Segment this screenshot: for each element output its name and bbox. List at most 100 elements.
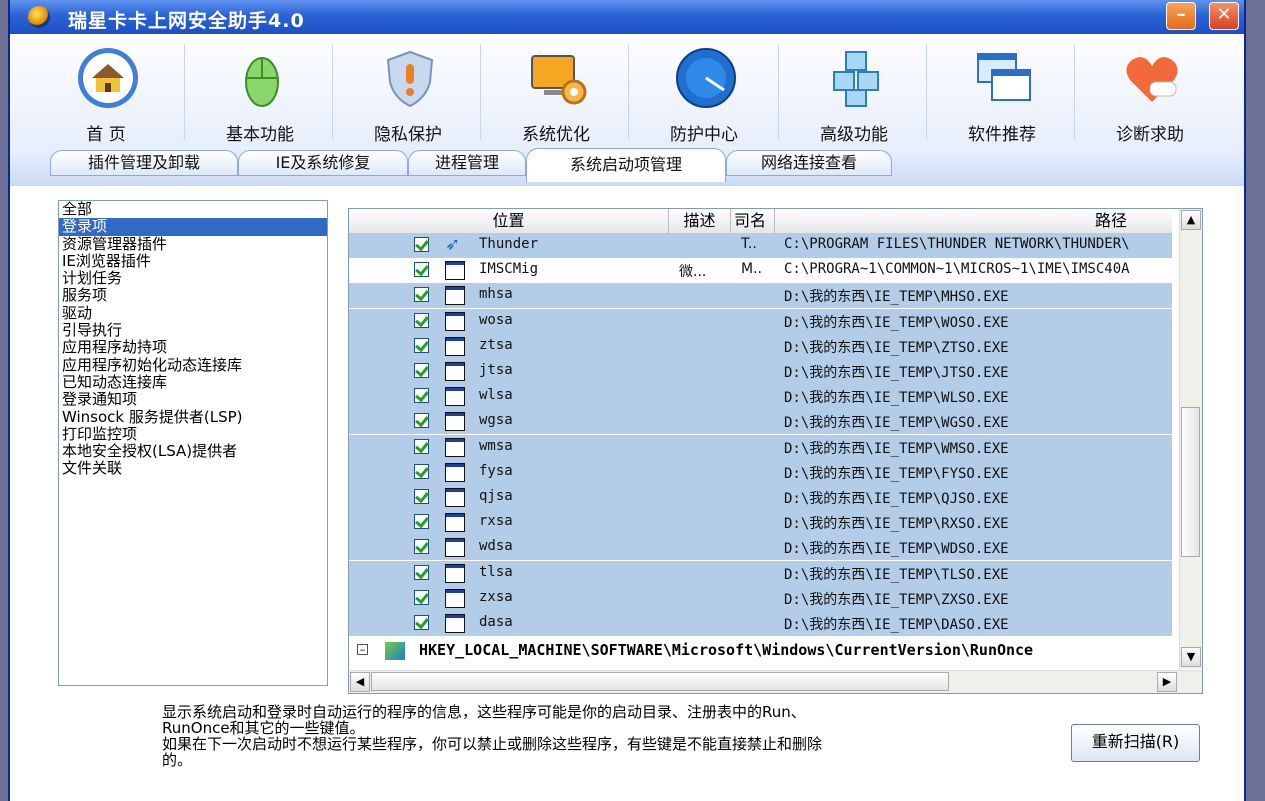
column-header-path[interactable]: 路径 bbox=[775, 209, 1172, 233]
table-row[interactable]: mhsa D:\我的东西\IE_TEMP\MHSO.EXE bbox=[349, 283, 1172, 309]
cell-name: mhsa bbox=[479, 286, 513, 303]
program-icon bbox=[445, 336, 465, 356]
enabled-checkbox[interactable] bbox=[414, 514, 429, 530]
startup-items-grid[interactable]: 位置 描述 司名 路径 ➶ Thunder T.. C:\PROGRAM FILES\… bbox=[348, 208, 1203, 694]
list-item[interactable]: 引导执行 bbox=[59, 321, 327, 339]
heart-hand-icon bbox=[1126, 57, 1178, 102]
registry-key-row[interactable]: – HKEY_LOCAL_MACHINE\SOFTWARE\Microsoft\… bbox=[349, 639, 1172, 664]
toolbar-label: 软件推荐 bbox=[968, 125, 1036, 145]
rescan-button[interactable]: 重新扫描(R) bbox=[1071, 724, 1200, 762]
table-row[interactable]: rxsa D:\我的东西\IE_TEMP\RXSO.EXE bbox=[349, 510, 1172, 536]
scroll-thumb[interactable] bbox=[1181, 407, 1200, 557]
toolbar-privacy-button[interactable]: 隐私保护 bbox=[334, 34, 482, 146]
toolbar-label: 基本功能 bbox=[226, 125, 294, 145]
enabled-checkbox[interactable] bbox=[414, 489, 429, 504]
list-item[interactable]: 登录项 bbox=[59, 218, 327, 236]
registry-icon bbox=[385, 642, 405, 660]
list-item[interactable]: 全部 bbox=[59, 200, 327, 218]
enabled-checkbox[interactable] bbox=[414, 413, 429, 429]
tab-ie-repair[interactable]: IE及系统修复 bbox=[238, 150, 408, 176]
table-row[interactable]: wgsa D:\我的东西\IE_TEMP\WGSO.EXE bbox=[349, 409, 1172, 435]
horizontal-scroll-thumb[interactable] bbox=[371, 672, 949, 691]
table-row[interactable]: qjsa D:\我的东西\IE_TEMP\QJSO.EXE bbox=[349, 485, 1172, 510]
list-item[interactable]: 计划任务 bbox=[59, 270, 327, 287]
tab-process-management[interactable]: 进程管理 bbox=[408, 150, 526, 176]
toolbar-help-button[interactable]: 诊断求助 bbox=[1076, 34, 1224, 146]
enabled-checkbox[interactable] bbox=[414, 337, 429, 353]
help-text: 显示系统启动和登录时自动运行的程序的信息，这些程序可能是你的启动目录、注册表中的… bbox=[162, 704, 1032, 768]
table-row[interactable]: tlsa D:\我的东西\IE_TEMP\TLSO.EXE bbox=[349, 560, 1172, 586]
cell-path: D:\我的东西\IE_TEMP\FYSO.EXE bbox=[784, 465, 1009, 482]
list-item[interactable]: 应用程序劫持项 bbox=[59, 339, 327, 356]
horizontal-scrollbar[interactable]: ◀ ▶ bbox=[349, 670, 1202, 693]
list-item[interactable]: 打印监控项 bbox=[59, 425, 327, 443]
enabled-checkbox[interactable] bbox=[414, 615, 429, 630]
list-item[interactable]: 应用程序初始化动态连接库 bbox=[59, 356, 327, 374]
toolbar-basic-button[interactable]: 基本功能 bbox=[186, 34, 334, 146]
enabled-checkbox[interactable] bbox=[414, 539, 429, 555]
column-header-desc[interactable]: 描述 bbox=[669, 209, 731, 233]
column-header-location[interactable]: 位置 bbox=[349, 209, 669, 233]
enabled-checkbox[interactable] bbox=[414, 312, 429, 328]
program-icon bbox=[445, 387, 465, 407]
vertical-scrollbar[interactable]: ▲ ▼ bbox=[1179, 209, 1202, 669]
list-item[interactable]: IE浏览器插件 bbox=[59, 252, 327, 270]
table-row[interactable]: dasa D:\我的东西\IE_TEMP\DASO.EXE bbox=[349, 611, 1172, 636]
table-row[interactable]: wmsa D:\我的东西\IE_TEMP\WMSO.EXE bbox=[349, 434, 1172, 460]
table-row[interactable]: jtsa D:\我的东西\IE_TEMP\JTSO.EXE bbox=[349, 359, 1172, 384]
scroll-right-button[interactable]: ▶ bbox=[1157, 672, 1177, 692]
app-logo-icon bbox=[28, 6, 50, 28]
tab-startup-management[interactable]: 系统启动项管理 bbox=[526, 148, 726, 182]
table-row[interactable]: ➶ Thunder T.. C:\PROGRAM FILES\THUNDER NETW… bbox=[349, 233, 1172, 258]
cell-path: D:\我的东西\IE_TEMP\WGSO.EXE bbox=[784, 415, 1009, 432]
enabled-checkbox[interactable] bbox=[414, 388, 429, 404]
list-item[interactable]: 文件关联 bbox=[59, 460, 327, 477]
main-toolbar: 首 页 基本功能 隐私保护 系统优化 防护中心 高级功能 软件推荐 诊断求助 bbox=[10, 34, 1244, 147]
enabled-checkbox[interactable] bbox=[414, 237, 429, 252]
table-row[interactable]: wlsa D:\我的东西\IE_TEMP\WLSO.EXE bbox=[349, 384, 1172, 410]
toolbar-optimize-button[interactable]: 系统优化 bbox=[482, 34, 630, 146]
table-row[interactable]: ztsa D:\我的东西\IE_TEMP\ZTSO.EXE bbox=[349, 333, 1172, 359]
toolbar-home-button[interactable]: 首 页 bbox=[32, 34, 180, 146]
list-item[interactable]: 本地安全授权(LSA)提供者 bbox=[59, 443, 327, 460]
table-row[interactable]: IMSCMig 微... M.. C:\PROGRA~1\COMMON~1\MICRO… bbox=[349, 258, 1172, 283]
close-button[interactable]: ✕ bbox=[1209, 2, 1239, 30]
minimize-button[interactable]: – bbox=[1166, 2, 1196, 30]
help-text-line: 的。 bbox=[162, 751, 193, 769]
list-item[interactable]: 驱动 bbox=[59, 304, 327, 322]
list-item[interactable]: Winsock 服务提供者(LSP) bbox=[59, 408, 327, 426]
category-list[interactable]: 全部 登录项 资源管理器插件 IE浏览器插件 计划任务 服务项 驱动 引导执行 … bbox=[58, 200, 328, 686]
window-title: 瑞星卡卡上网安全助手4.0 bbox=[68, 10, 305, 32]
table-row[interactable]: wosa D:\我的东西\IE_TEMP\WOSO.EXE bbox=[349, 308, 1172, 334]
scroll-up-button[interactable]: ▲ bbox=[1181, 210, 1201, 230]
enabled-checkbox[interactable] bbox=[414, 589, 429, 605]
cell-path: D:\我的东西\IE_TEMP\WMSO.EXE bbox=[784, 440, 1009, 457]
collapse-icon[interactable]: – bbox=[357, 644, 368, 655]
enabled-checkbox[interactable] bbox=[414, 463, 429, 479]
enabled-checkbox[interactable] bbox=[414, 363, 429, 378]
toolbar-software-button[interactable]: 软件推荐 bbox=[928, 34, 1076, 146]
enabled-checkbox[interactable] bbox=[414, 287, 429, 303]
enabled-checkbox[interactable] bbox=[414, 438, 429, 454]
toolbar-advanced-button[interactable]: 高级功能 bbox=[780, 34, 928, 146]
enabled-checkbox[interactable] bbox=[414, 262, 429, 278]
list-item[interactable]: 已知动态连接库 bbox=[59, 373, 327, 391]
toolbar-label: 防护中心 bbox=[670, 125, 738, 145]
toolbar-protection-button[interactable]: 防护中心 bbox=[630, 34, 778, 146]
tab-network-connections[interactable]: 网络连接查看 bbox=[726, 150, 892, 176]
cell-path: C:\PROGRA~1\COMMON~1\MICROS~1\IME\IMSC40… bbox=[784, 261, 1130, 278]
table-row[interactable]: fysa D:\我的东西\IE_TEMP\FYSO.EXE bbox=[349, 459, 1172, 485]
table-row[interactable]: zxsa D:\我的东西\IE_TEMP\ZXSO.EXE bbox=[349, 585, 1172, 611]
column-header-company[interactable]: 司名 bbox=[731, 209, 775, 233]
shield-icon bbox=[386, 50, 434, 108]
table-row[interactable]: wdsa D:\我的东西\IE_TEMP\WDSO.EXE bbox=[349, 535, 1172, 561]
enabled-checkbox[interactable] bbox=[414, 564, 429, 580]
scroll-left-button[interactable]: ◀ bbox=[350, 672, 370, 692]
scroll-down-button[interactable]: ▼ bbox=[1181, 647, 1201, 667]
tab-plugin-management[interactable]: 插件管理及卸载 bbox=[50, 150, 238, 176]
list-item[interactable]: 服务项 bbox=[59, 287, 327, 304]
cell-path: D:\我的东西\IE_TEMP\ZXSO.EXE bbox=[784, 591, 1009, 608]
program-icon bbox=[445, 614, 465, 633]
list-item[interactable]: 登录通知项 bbox=[59, 391, 327, 408]
list-item[interactable]: 资源管理器插件 bbox=[59, 235, 327, 253]
